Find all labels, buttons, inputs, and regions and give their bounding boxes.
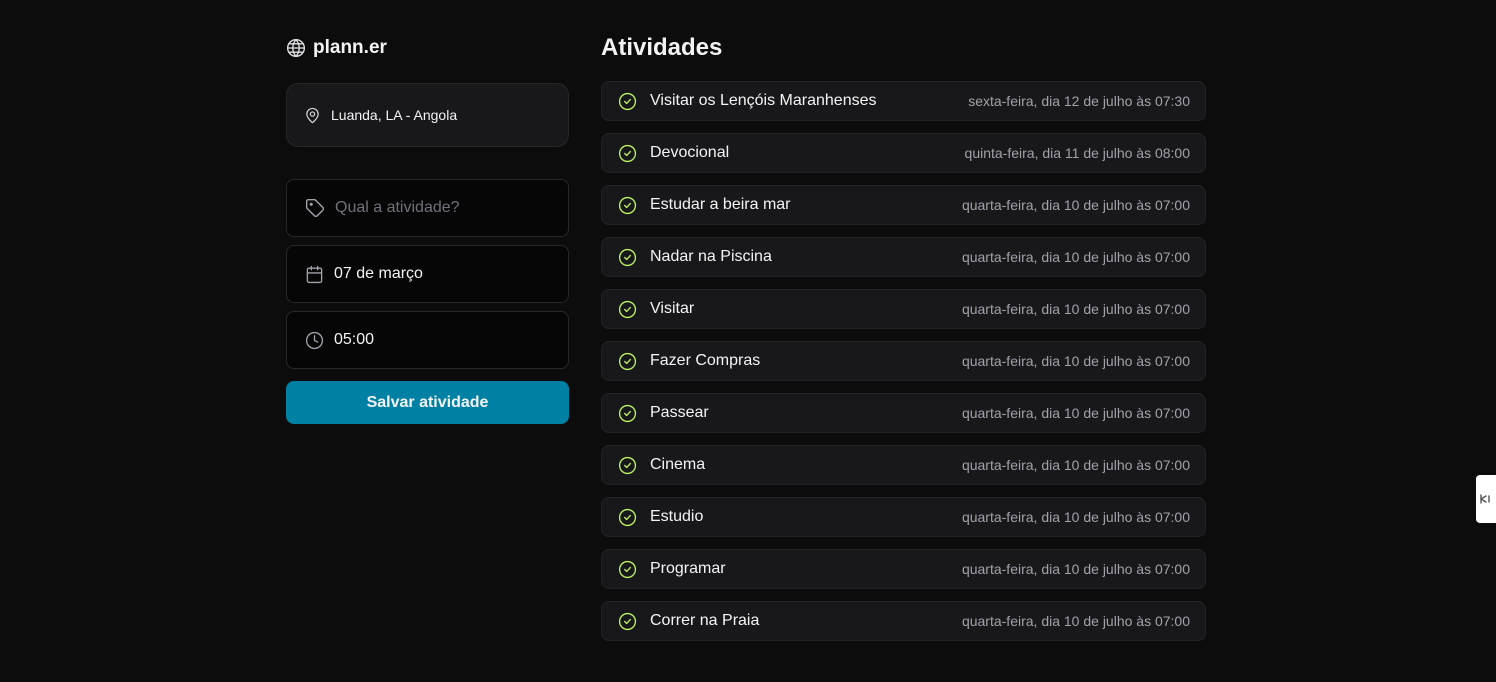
activity-name: Visitar — [650, 300, 695, 317]
activity-input-placeholder[interactable]: Qual a atividade? — [335, 199, 460, 217]
map-pin-icon — [304, 107, 321, 124]
circle-check-icon — [618, 560, 637, 579]
activity-date: quarta-feira, dia 10 de julho às 07:00 — [961, 301, 1190, 317]
activity-item[interactable]: Programar quarta-feira, dia 10 de julho à… — [601, 549, 1206, 589]
activity-item[interactable]: Cinema quarta-feira, dia 10 de julho às 0… — [601, 445, 1206, 485]
circle-check-icon — [618, 352, 637, 371]
activity-date: quarta-feira, dia 10 de julho às 07:00 — [961, 353, 1190, 369]
activity-list: Visitar os Lençóis Maranhenses sexta-feir… — [601, 81, 1206, 641]
activity-date: quarta-feira, dia 10 de julho às 07:00 — [961, 405, 1190, 421]
collapse-handle-icon — [1479, 492, 1493, 506]
activity-name: Devocional — [650, 144, 730, 161]
app-name: plann.er — [313, 37, 387, 58]
side-widget-tab[interactable] — [1476, 475, 1496, 523]
activity-date: quarta-feira, dia 10 de julho às 07:00 — [961, 509, 1190, 525]
circle-check-icon — [618, 248, 637, 267]
activity-item[interactable]: Fazer Compras quarta-feira, dia 10 de jul… — [601, 341, 1206, 381]
activity-item[interactable]: Visitar quarta-feira, dia 10 de julho às … — [601, 289, 1206, 329]
activity-date: quarta-feira, dia 10 de julho às 07:00 — [961, 249, 1190, 265]
page-title: Atividades — [601, 34, 723, 61]
activity-date: sexta-feira, dia 12 de julho às 07:30 — [968, 93, 1190, 109]
clock-icon — [305, 331, 324, 350]
globe-icon — [286, 38, 306, 58]
activity-date: quarta-feira, dia 10 de julho às 07:00 — [961, 197, 1190, 213]
activity-date: quinta-feira, dia 11 de julho às 08:00 — [964, 145, 1190, 161]
activity-name: Programar — [650, 560, 726, 577]
activity-item[interactable]: Nadar na Piscina quarta-feira, dia 10 de … — [601, 237, 1206, 277]
activity-name: Estudar a beira mar — [650, 196, 791, 213]
location-card: Luanda, LA - Angola — [286, 83, 569, 147]
logo: plann.er — [286, 36, 569, 60]
activity-name: Cinema — [650, 456, 706, 473]
activity-name: Visitar os Lençóis Maranhenses — [650, 92, 877, 109]
circle-check-icon — [618, 404, 637, 423]
activity-item[interactable]: Devocional quinta-feira, dia 11 de julho … — [601, 133, 1206, 173]
circle-check-icon — [618, 508, 637, 527]
activity-date: quarta-feira, dia 10 de julho às 07:00 — [961, 561, 1190, 577]
activity-name: Passear — [650, 404, 709, 421]
circle-check-icon — [618, 196, 637, 215]
activities-panel: Atividades Visitar os Lençóis Maranhense… — [601, 33, 1206, 653]
activity-input[interactable]: Qual a atividade? — [286, 179, 569, 237]
activity-item[interactable]: Visitar os Lençóis Maranhenses sexta-feir… — [601, 81, 1206, 121]
activity-name: Estudio — [650, 508, 704, 525]
circle-check-icon — [618, 92, 637, 111]
circle-check-icon — [618, 300, 637, 319]
activity-date: quarta-feira, dia 10 de julho às 07:00 — [961, 613, 1190, 629]
location-text: Luanda, LA - Angola — [331, 107, 458, 123]
activity-item[interactable]: Estudar a beira mar quarta-feira, dia 10 … — [601, 185, 1206, 225]
activity-item[interactable]: Estudio quarta-feira, dia 10 de julho às … — [601, 497, 1206, 537]
activity-name: Nadar na Piscina — [650, 248, 772, 265]
time-field[interactable]: 05:00 — [286, 311, 569, 369]
save-activity-button[interactable]: Salvar atividade — [286, 381, 569, 424]
activity-date: quarta-feira, dia 10 de julho às 07:00 — [961, 457, 1190, 473]
circle-check-icon — [618, 456, 637, 475]
sidebar: plann.er Luanda, LA - Angola Qual a ativ… — [286, 36, 569, 424]
calendar-icon — [305, 265, 324, 284]
tag-icon — [305, 198, 325, 218]
circle-check-icon — [618, 612, 637, 631]
activity-item[interactable]: Passear quarta-feira, dia 10 de julho às … — [601, 393, 1206, 433]
date-field[interactable]: 07 de março — [286, 245, 569, 303]
activity-name: Correr na Praia — [650, 612, 760, 629]
activity-name: Fazer Compras — [650, 352, 761, 369]
date-value[interactable]: 07 de março — [334, 265, 423, 283]
time-value[interactable]: 05:00 — [334, 331, 374, 349]
circle-check-icon — [618, 144, 637, 163]
activity-item[interactable]: Correr na Praia quarta-feira, dia 10 de j… — [601, 601, 1206, 641]
